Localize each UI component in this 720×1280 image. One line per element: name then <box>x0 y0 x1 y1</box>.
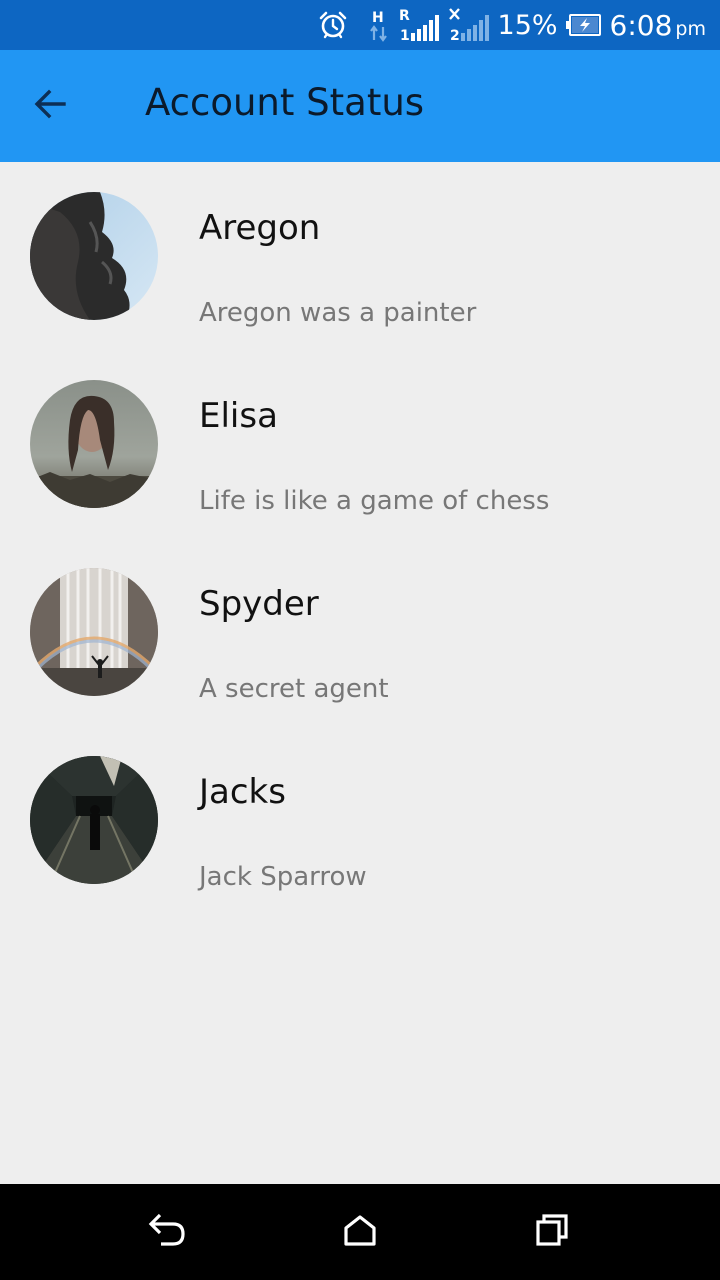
avatar <box>30 192 158 320</box>
svg-text:2: 2 <box>450 28 460 43</box>
list-item[interactable]: Aregon Aregon was a painter <box>0 162 720 350</box>
svg-text:1: 1 <box>400 28 410 43</box>
svg-text:H: H <box>372 10 384 26</box>
list-item[interactable]: Jacks Jack Sparrow <box>0 726 720 914</box>
svg-text:R: R <box>399 8 410 24</box>
avatar <box>30 380 158 508</box>
battery-percent: 15% <box>497 9 558 41</box>
list-item[interactable]: Elisa Life is like a game of chess <box>0 350 720 538</box>
clock: 6:08 pm <box>609 8 706 42</box>
navigation-bar <box>0 1184 720 1280</box>
list-item[interactable]: Spyder A secret agent <box>0 538 720 726</box>
app-bar: Account Status <box>0 50 720 162</box>
recents-icon <box>535 1213 569 1251</box>
battery-charging-icon <box>565 14 602 36</box>
back-button[interactable] <box>22 78 78 134</box>
sim2-signal-icon: 2 <box>448 7 490 43</box>
contact-status: Life is like a game of chess <box>199 486 550 516</box>
avatar <box>30 756 158 884</box>
page-title: Account Status <box>145 81 425 124</box>
contact-name: Aregon <box>199 208 321 248</box>
contact-status: Aregon was a painter <box>199 298 477 328</box>
nav-home-button[interactable] <box>330 1202 390 1262</box>
h-data-icon: H <box>368 8 390 42</box>
contact-name: Jacks <box>199 772 286 812</box>
arrow-back-icon <box>30 84 70 128</box>
contact-name: Elisa <box>199 396 278 436</box>
nav-back-button[interactable] <box>137 1202 197 1262</box>
back-icon <box>147 1212 187 1252</box>
account-list: Aregon Aregon was a painter Elisa Life i… <box>0 162 720 914</box>
contact-status: Jack Sparrow <box>199 862 367 892</box>
home-icon <box>343 1214 377 1250</box>
alarm-icon <box>318 10 348 40</box>
contact-status: A secret agent <box>199 674 389 704</box>
avatar <box>30 568 158 696</box>
sim1-signal-icon: R 1 <box>398 7 440 43</box>
nav-recents-button[interactable] <box>522 1202 582 1262</box>
contact-name: Spyder <box>199 584 319 624</box>
status-bar: H R 1 2 15% 6:08 pm <box>0 0 720 50</box>
